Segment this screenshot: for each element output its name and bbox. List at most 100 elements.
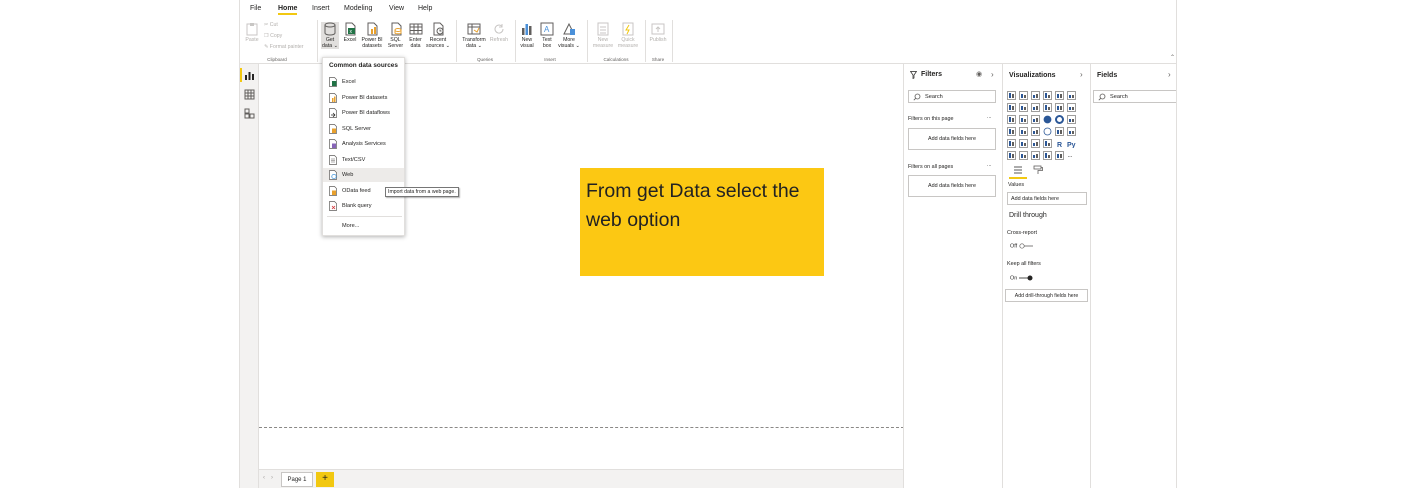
values-dropzone[interactable]: Add data fields here xyxy=(1007,192,1087,205)
new-measure-button[interactable]: New measure xyxy=(591,22,615,49)
excel-button[interactable]: x Excel xyxy=(342,22,358,43)
power-bi-window: File Home Insert Modeling View Help Past… xyxy=(239,0,1177,488)
tab-modeling[interactable]: Modeling xyxy=(344,5,372,12)
kpi-visual-icon[interactable] xyxy=(1007,139,1016,148)
slicer-visual-icon[interactable] xyxy=(1019,139,1028,148)
r-visual-visual-icon[interactable]: R xyxy=(1055,139,1064,148)
100-bar-visual-icon[interactable] xyxy=(1055,91,1064,100)
ribbon-separator xyxy=(456,20,457,62)
menu-item-blank-query[interactable]: Blank query xyxy=(323,199,404,213)
more-options-icon[interactable]: ... xyxy=(987,162,992,168)
tab-home[interactable]: Home xyxy=(278,5,298,15)
page-tab[interactable]: Page 1 xyxy=(281,472,313,487)
transform-data-button[interactable]: Transform data ⌄ xyxy=(461,22,487,49)
report-view-icon[interactable] xyxy=(244,70,255,81)
treemap-visual-icon[interactable] xyxy=(1067,115,1076,124)
new-visual-button[interactable]: New visual xyxy=(519,22,535,49)
menu-item-text-csv[interactable]: Text/CSV xyxy=(323,153,404,167)
clustered-column-visual-icon[interactable] xyxy=(1043,91,1052,100)
funnel-visual-icon[interactable] xyxy=(1019,115,1028,124)
stacked-column-visual-icon[interactable] xyxy=(1019,91,1028,100)
values-label: Values xyxy=(1008,182,1025,188)
stacked-bar-visual-icon[interactable] xyxy=(1007,91,1016,100)
model-view-icon[interactable] xyxy=(244,108,255,119)
table-visual-icon[interactable] xyxy=(1031,139,1040,148)
clustered-bar-visual-icon[interactable] xyxy=(1031,91,1040,100)
chevron-right-icon[interactable]: › xyxy=(1168,70,1171,79)
refresh-button[interactable]: Refresh xyxy=(489,22,509,43)
tab-file[interactable]: File xyxy=(250,5,261,12)
keep-filters-toggle[interactable]: On xyxy=(1010,275,1033,281)
smart-narrative-visual-icon[interactable] xyxy=(1043,151,1052,160)
drill-through-dropzone[interactable]: Add drill-through fields here xyxy=(1005,289,1088,302)
python-visual-visual-icon[interactable]: Py xyxy=(1067,139,1076,148)
refresh-label: Refresh xyxy=(489,37,509,43)
menu-item-more[interactable]: More... xyxy=(323,219,404,233)
menu-item-sql-server[interactable]: SQL Server xyxy=(323,122,404,136)
next-page-icon[interactable]: › xyxy=(271,475,273,481)
scatter-visual-icon[interactable] xyxy=(1031,115,1040,124)
more-visual-icon[interactable]: ... xyxy=(1067,151,1076,160)
more-visuals-button[interactable]: More visuals ⌄ xyxy=(558,22,580,49)
100-column-visual-icon[interactable] xyxy=(1067,91,1076,100)
collapse-ribbon-icon[interactable]: ⌃ xyxy=(1170,54,1175,61)
map-visual-icon[interactable] xyxy=(1007,127,1016,136)
menu-item-excel[interactable]: Excel xyxy=(323,75,404,89)
chevron-right-icon[interactable]: › xyxy=(1080,70,1083,79)
gauge-visual-icon[interactable] xyxy=(1043,127,1052,136)
menu-item-power-bi-datasets[interactable]: Power BI datasets xyxy=(323,91,404,105)
line-visual-icon[interactable] xyxy=(1007,103,1016,112)
chevron-right-icon[interactable]: › xyxy=(991,70,994,79)
menu-item-label: Blank query xyxy=(342,203,372,209)
line-column-visual-icon[interactable] xyxy=(1043,103,1052,112)
menu-item-analysis-services[interactable]: Analysis Services xyxy=(323,137,404,151)
prev-page-icon[interactable]: ‹ xyxy=(263,475,265,481)
text-box-button[interactable]: A Text box xyxy=(539,22,555,49)
waterfall-visual-icon[interactable] xyxy=(1007,115,1016,124)
fields-search-input[interactable]: Search xyxy=(1093,90,1176,103)
tab-help[interactable]: Help xyxy=(418,5,432,12)
paint-roller-icon[interactable] xyxy=(1033,165,1043,175)
data-view-icon[interactable] xyxy=(244,89,255,100)
shape-map-visual-icon[interactable] xyxy=(1031,127,1040,136)
get-data-button[interactable]: Get data ⌄ xyxy=(321,22,339,49)
paste-button[interactable]: Paste xyxy=(244,22,260,43)
cut-button[interactable]: ✂ Cut xyxy=(264,22,278,28)
tab-view[interactable]: View xyxy=(389,5,404,12)
ribbon-visual-icon[interactable] xyxy=(1067,103,1076,112)
filters-page-dropzone[interactable]: Add data fields here xyxy=(908,128,996,150)
filters-all-dropzone[interactable]: Add data fields here xyxy=(908,175,996,197)
eye-icon[interactable]: ◉ xyxy=(976,70,982,78)
tab-insert[interactable]: Insert xyxy=(312,5,330,12)
pie-visual-icon[interactable] xyxy=(1043,115,1052,124)
filled-map-visual-icon[interactable] xyxy=(1019,127,1028,136)
copy-button[interactable]: ❐ Copy xyxy=(264,33,282,39)
matrix-visual-icon[interactable] xyxy=(1043,139,1052,148)
menu-item-power-bi-dataflows[interactable]: Power BI dataflows xyxy=(323,106,404,120)
stacked-area-visual-icon[interactable] xyxy=(1031,103,1040,112)
more-options-icon[interactable]: ... xyxy=(987,114,992,120)
filters-search-input[interactable]: Search xyxy=(908,90,996,103)
format-painter-button[interactable]: ✎ Format painter xyxy=(264,44,304,50)
line-stacked-column-visual-icon[interactable] xyxy=(1055,103,1064,112)
quick-measure-button[interactable]: Quick measure xyxy=(616,22,640,49)
key-influencers-visual-icon[interactable] xyxy=(1007,151,1016,160)
enter-data-button[interactable]: Enter data xyxy=(407,22,424,49)
page-boundary xyxy=(259,427,904,428)
power-bi-datasets-button[interactable]: Power BI datasets xyxy=(360,22,384,49)
fields-well-icon[interactable] xyxy=(1013,165,1023,175)
area-visual-icon[interactable] xyxy=(1019,103,1028,112)
sql-server-button[interactable]: SQL Server xyxy=(387,22,404,49)
cross-report-toggle[interactable]: Off xyxy=(1010,243,1033,249)
card-visual-icon[interactable] xyxy=(1055,127,1064,136)
paginated-visual-icon[interactable] xyxy=(1055,151,1064,160)
donut-visual-icon[interactable] xyxy=(1055,115,1064,124)
recent-sources-button[interactable]: Recent sources ⌄ xyxy=(426,22,450,49)
add-page-button[interactable]: + xyxy=(316,472,334,487)
multi-row-card-visual-icon[interactable] xyxy=(1067,127,1076,136)
decomposition-tree-visual-icon[interactable] xyxy=(1019,151,1028,160)
menu-item-web[interactable]: Web xyxy=(323,168,404,182)
toggle-on-icon xyxy=(1018,275,1033,281)
publish-button[interactable]: Publish xyxy=(648,22,668,43)
qa-visual-icon[interactable] xyxy=(1031,151,1040,160)
